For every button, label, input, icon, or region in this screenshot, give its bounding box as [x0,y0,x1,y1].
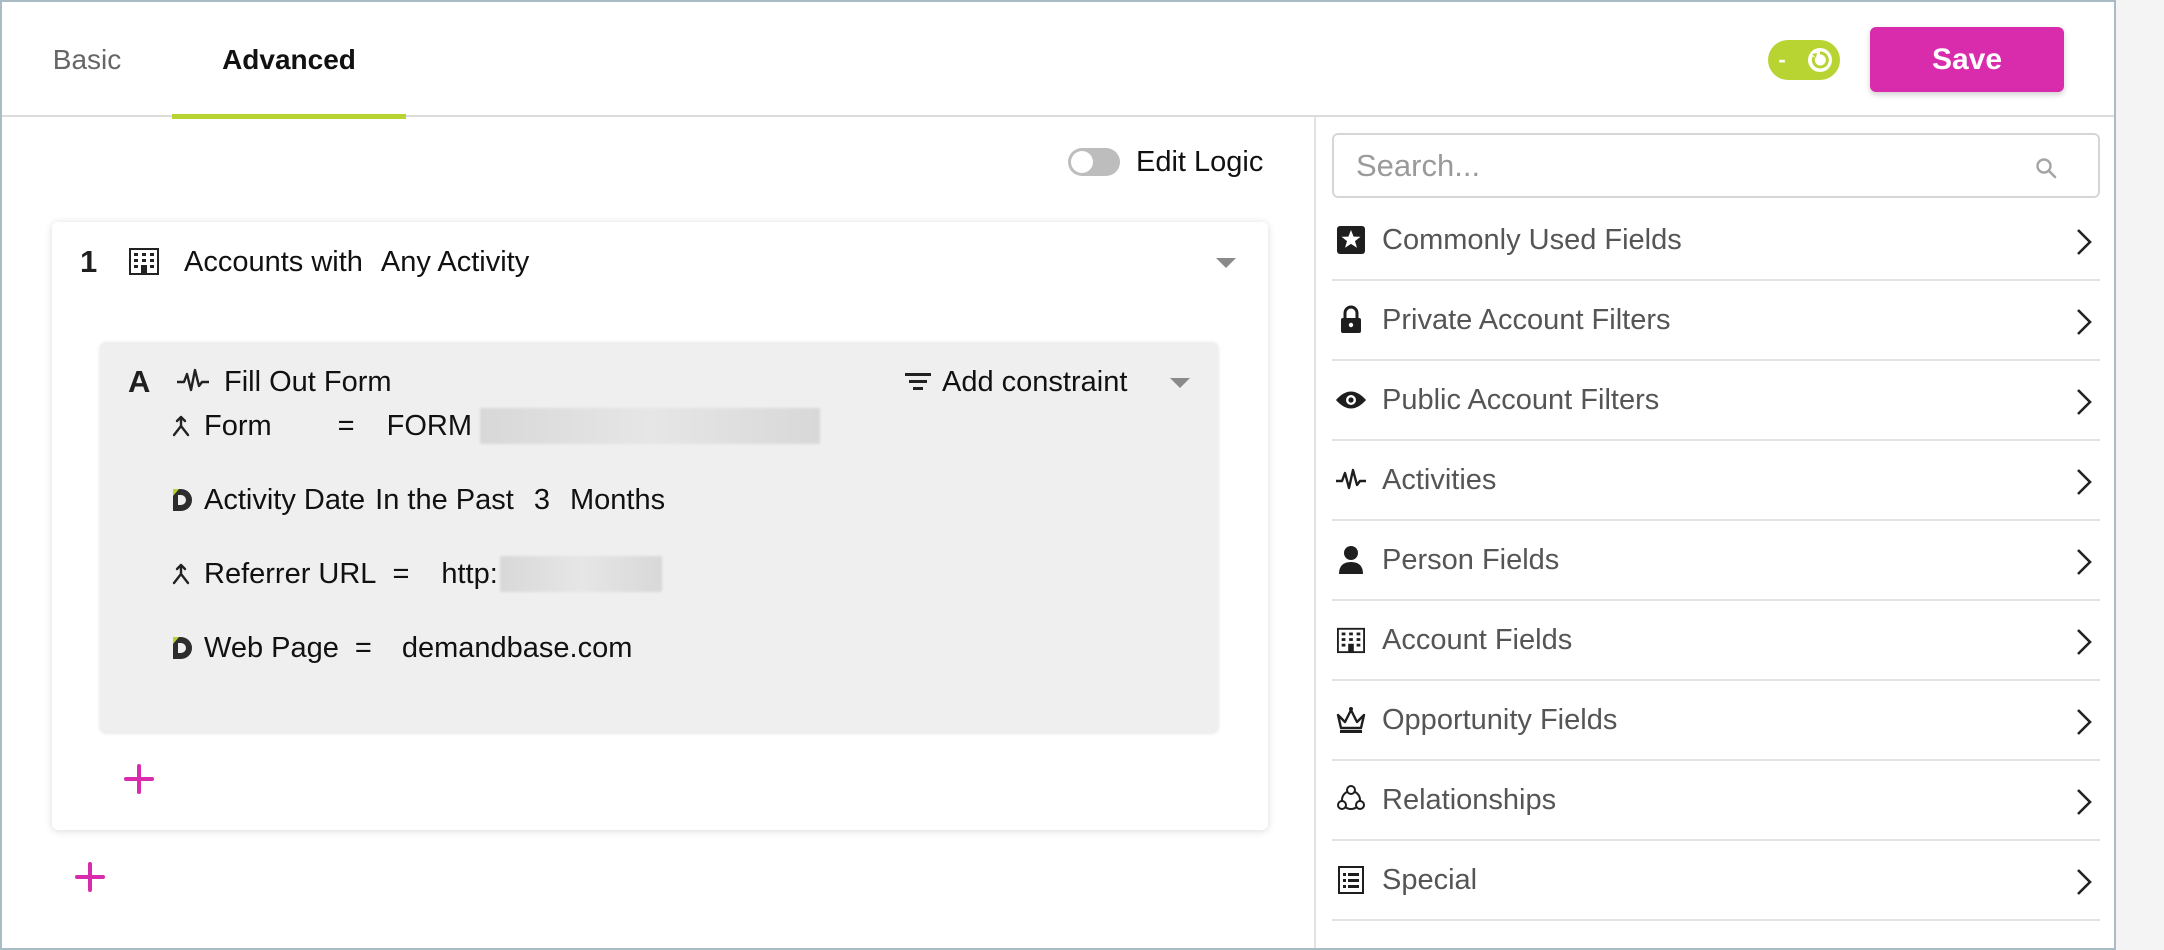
constraint-field: Referrer URL [204,557,377,590]
star-box-icon [1334,223,1368,257]
category-person-fields[interactable]: Person Fields [1332,521,2100,601]
person-icon [1334,543,1368,577]
add-activity-plus-icon[interactable] [124,764,154,794]
app-frame: Basic Advanced - Save Edit Logic 1 Accou… [0,0,2116,950]
network-icon [1334,783,1368,817]
category-account-fields[interactable]: Account Fields [1332,601,2100,681]
tab-basic[interactable]: Basic [22,2,152,117]
constraint-row-activity-date[interactable]: Activity Date In the Past 3 Months [170,480,665,520]
chevron-right-icon [2077,229,2092,255]
chevron-right-icon [2077,789,2092,815]
constraint-operator: = [354,631,372,664]
redacted-value [479,408,820,444]
status-toggle[interactable]: - [1768,40,1840,80]
constraint-operator: In the Past [375,483,514,516]
constraint-collapse-caret-icon[interactable] [1170,378,1190,388]
category-commonly-used-fields[interactable]: Commonly Used Fields [1332,201,2100,281]
group-collapse-caret-icon[interactable] [1216,258,1236,268]
filter-group-header[interactable]: 1 Accounts with Any Activity [52,222,1268,302]
add-constraint-label: Add constraint [942,365,1128,398]
field-picker-sidebar: Commonly Used Fields Private Account Fil… [1314,117,2114,948]
category-special[interactable]: Special [1332,841,2100,921]
toggle-dash: - [1778,47,1786,72]
list-icon [1334,863,1368,897]
eye-icon [1334,383,1368,417]
pulse-icon [1334,463,1368,497]
category-private-account-filters[interactable]: Private Account Filters [1332,281,2100,361]
pulse-icon [176,368,210,399]
building-icon [1334,623,1368,657]
constraint-row-form[interactable]: Form = FORM [170,406,820,446]
group-title-text: Accounts with [184,246,363,278]
category-label: Account Fields [1382,623,1573,656]
constraint-value[interactable]: FORM [387,410,472,443]
category-label: Person Fields [1382,543,1560,576]
chevron-right-icon [2077,629,2092,655]
activity-type-label[interactable]: Fill Out Form [224,366,392,399]
chevron-right-icon [2077,549,2092,575]
category-label: Opportunity Fields [1382,703,1618,736]
group-title: Accounts with Any Activity [184,246,529,279]
group-qualifier[interactable]: Any Activity [381,246,529,278]
filter-group-card: 1 Accounts with Any Activity A Fill Out … [52,222,1268,830]
crown-icon [1334,703,1368,737]
constraint-field: Activity Date [204,483,366,516]
chevron-right-icon [2077,869,2092,895]
category-label: Public Account Filters [1382,383,1660,416]
constraint-letter: A [128,364,151,399]
filter-lines-icon [905,373,931,390]
constraint-field: Web Page [204,631,339,664]
constraint-unit[interactable]: Months [570,484,665,517]
demandbase-d-icon [170,634,204,662]
save-button[interactable]: Save [1870,27,2064,92]
category-label: Private Account Filters [1382,303,1671,336]
search-icon [2036,158,2057,179]
category-label: Commonly Used Fields [1382,223,1682,256]
demandbase-d-icon [170,486,204,514]
constraint-value[interactable]: http: [441,558,497,591]
chevron-right-icon [2077,709,2092,735]
merge-arrow-icon [170,414,204,438]
chevron-right-icon [2077,309,2092,335]
refresh-icon [1808,48,1832,72]
category-list: Commonly Used Fields Private Account Fil… [1332,201,2100,921]
activity-constraint-block: A Fill Out Form Add constraint Form = FO… [100,342,1218,732]
chevron-right-icon [2077,469,2092,495]
search-field[interactable] [1332,133,2100,198]
search-input[interactable] [1334,135,2098,196]
constraint-operator: = [337,409,355,442]
constraint-field: Form [204,409,272,442]
edit-logic-switch[interactable] [1068,148,1120,176]
category-label: Relationships [1382,783,1557,816]
add-group-plus-icon[interactable] [75,862,105,892]
constraint-value[interactable]: 3 [534,484,550,517]
header-bar: Basic Advanced - Save [2,2,2114,119]
constraint-value[interactable]: demandbase.com [402,632,633,665]
redacted-value [499,556,662,592]
category-activities[interactable]: Activities [1332,441,2100,521]
category-public-account-filters[interactable]: Public Account Filters [1332,361,2100,441]
edit-logic-label: Edit Logic [1136,145,1264,178]
merge-arrow-icon [170,562,204,586]
constraint-operator: = [392,557,410,590]
category-relationships[interactable]: Relationships [1332,761,2100,841]
category-label: Activities [1382,463,1497,496]
lock-icon [1334,303,1368,337]
constraint-row-referrer-url[interactable]: Referrer URL = http: [170,554,662,594]
group-number: 1 [80,244,98,279]
category-label: Special [1382,863,1478,896]
constraint-row-web-page[interactable]: Web Page = demandbase.com [170,628,632,668]
chevron-right-icon [2077,389,2092,415]
category-opportunity-fields[interactable]: Opportunity Fields [1332,681,2100,761]
add-constraint-button[interactable]: Add constraint [904,362,1127,402]
building-icon [128,246,160,281]
tab-advanced[interactable]: Advanced [172,2,406,119]
edit-logic-toggle[interactable]: Edit Logic [1068,144,1263,180]
